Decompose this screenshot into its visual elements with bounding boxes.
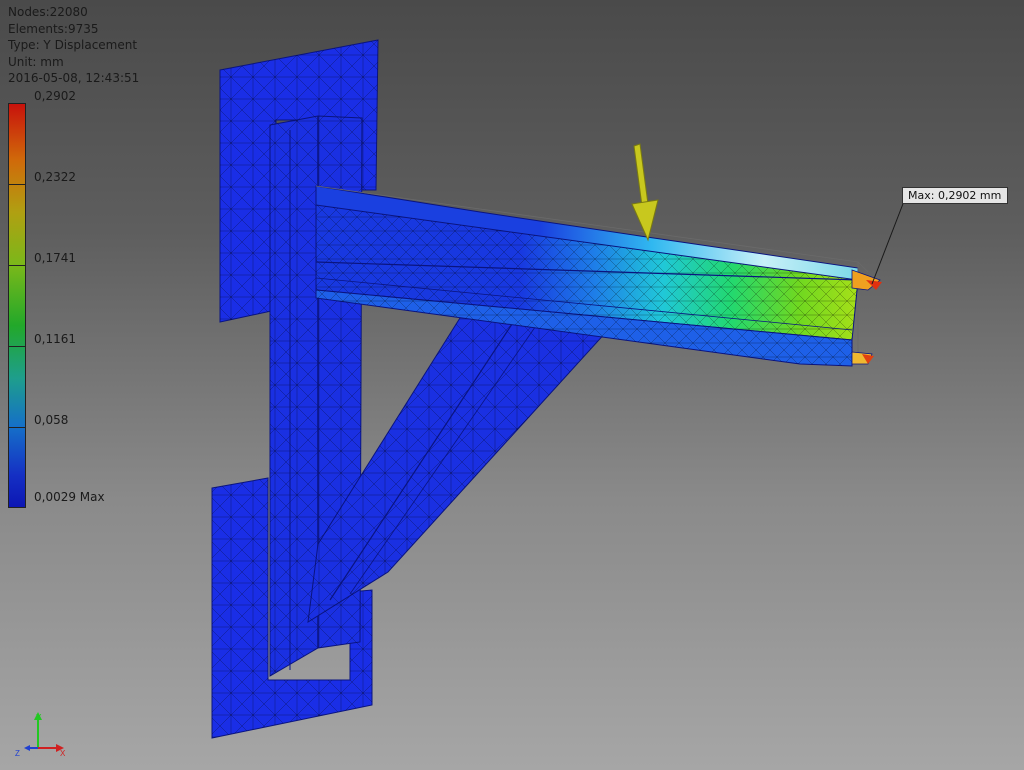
max-displacement-label: Max: 0,2902 mm <box>902 187 1008 204</box>
axis-y-label: Y <box>36 713 42 722</box>
axis-triad-icon[interactable]: Y X Z <box>10 708 70 760</box>
fea-model-viewport[interactable] <box>0 0 1024 770</box>
beam-end-hotspots <box>851 269 882 365</box>
load-arrow-icon[interactable] <box>631 143 659 242</box>
axis-z-label: Z <box>15 749 20 758</box>
axis-x-label: X <box>60 749 66 758</box>
max-leader-line <box>871 195 907 285</box>
